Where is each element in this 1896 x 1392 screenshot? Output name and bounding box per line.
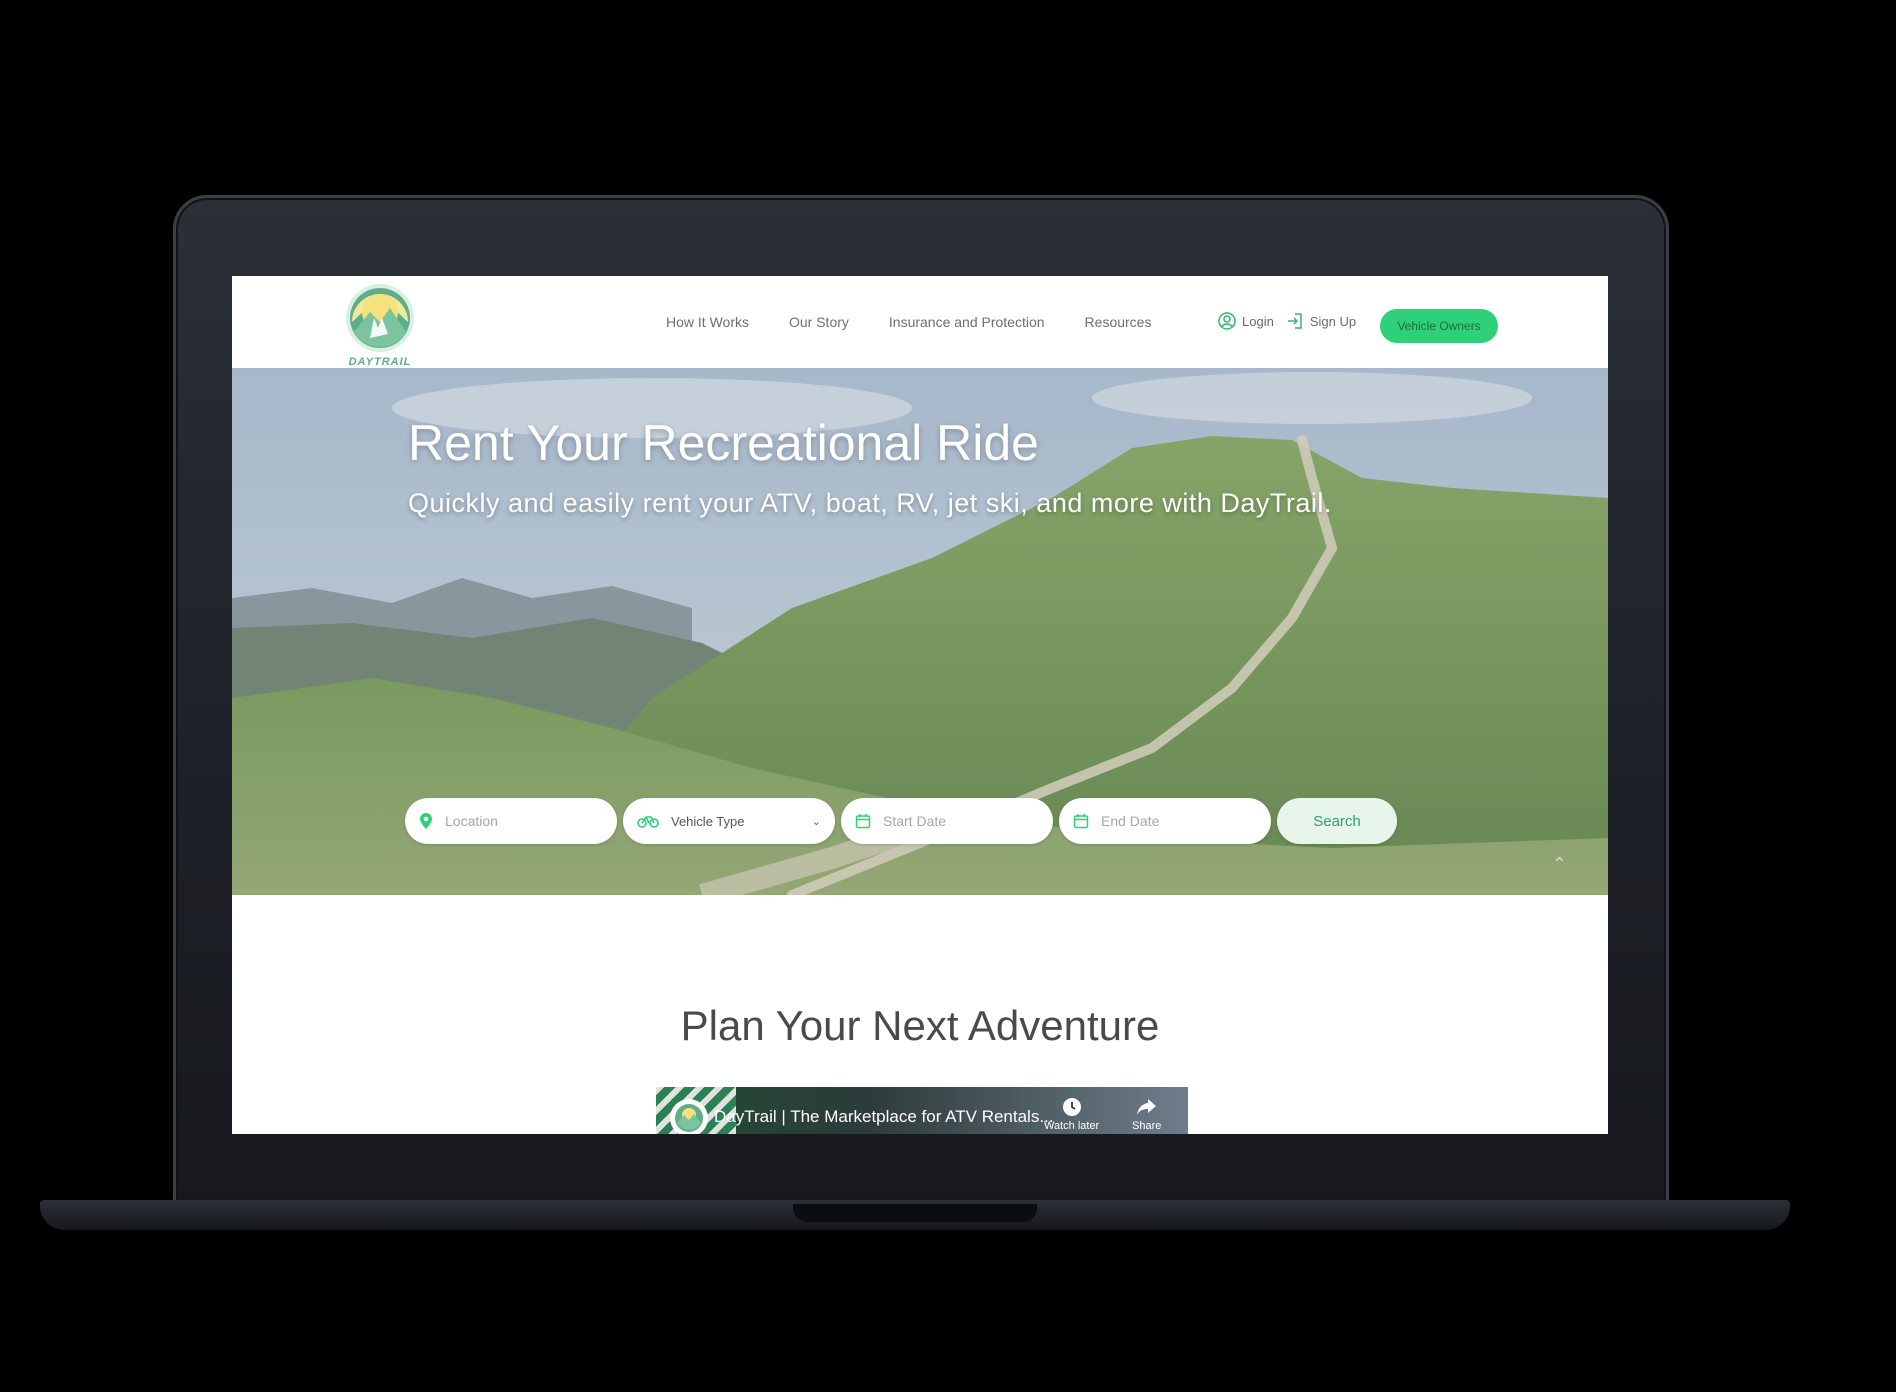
start-date-placeholder: Start Date <box>883 813 947 829</box>
login-link[interactable]: Login <box>1218 312 1274 330</box>
map-pin-icon <box>420 813 432 829</box>
sign-in-icon <box>1287 313 1302 329</box>
motorcycle-icon <box>637 816 659 828</box>
hero-title: Rent Your Recreational Ride <box>408 415 1039 471</box>
laptop-screen: DAYTRAIL How It Works Our Story Insuranc… <box>232 276 1608 1134</box>
share-button[interactable]: Share <box>1132 1097 1161 1132</box>
hero-section: Rent Your Recreational Ride Quickly and … <box>232 368 1608 895</box>
video-title: DayTrail | The Marketplace for ATV Renta… <box>714 1107 1054 1126</box>
signup-label: Sign Up <box>1309 313 1357 329</box>
daytrail-logo-icon <box>675 1104 703 1132</box>
vehicle-type-select[interactable]: Vehicle Type ⌄ <box>623 798 835 844</box>
watch-later-label: Watch later <box>1044 1120 1100 1132</box>
daytrail-logo[interactable]: DAYTRAIL <box>344 282 416 368</box>
clock-icon <box>1062 1098 1081 1116</box>
end-date-placeholder: End Date <box>1101 813 1160 829</box>
channel-avatar[interactable] <box>670 1099 708 1134</box>
share-arrow-icon <box>1136 1099 1156 1115</box>
login-label: Login <box>1242 313 1274 329</box>
daytrail-logo-icon <box>346 284 414 352</box>
vehicle-type-value: Vehicle Type <box>671 813 745 829</box>
watch-later-button[interactable]: Watch later <box>1044 1097 1099 1132</box>
nav-resources[interactable]: Resources <box>1085 314 1152 330</box>
nav-how-it-works[interactable]: How It Works <box>666 314 749 330</box>
user-circle-icon <box>1218 312 1236 330</box>
calendar-icon <box>1073 814 1089 829</box>
share-label: Share <box>1132 1120 1162 1132</box>
signup-link[interactable]: Sign Up <box>1286 312 1356 330</box>
chevron-down-icon: ⌄ <box>811 815 821 828</box>
search-bar: Location Vehicle Type ⌄ Start Date End D… <box>405 798 1397 844</box>
hero-subtitle: Quickly and easily rent your ATV, boat, … <box>408 488 1332 518</box>
end-date-input[interactable]: End Date <box>1059 798 1271 844</box>
start-date-input[interactable]: Start Date <box>841 798 1053 844</box>
calendar-icon <box>855 814 871 829</box>
auth-links: Login Sign Up <box>1218 312 1356 330</box>
vehicle-owners-button[interactable]: Vehicle Owners <box>1380 309 1498 343</box>
section-title: Plan Your Next Adventure <box>680 1002 1160 1049</box>
nav-links: How It Works Our Story Insurance and Pro… <box>666 314 1151 330</box>
search-button[interactable]: Search <box>1277 798 1397 844</box>
location-input[interactable]: Location <box>405 798 617 844</box>
nav-insurance[interactable]: Insurance and Protection <box>889 314 1045 330</box>
chevron-up-icon[interactable]: ⌃ <box>1552 854 1567 875</box>
laptop-notch <box>793 1204 1037 1222</box>
location-placeholder: Location <box>445 813 498 829</box>
video-embed[interactable]: DayTrail | The Marketplace for ATV Renta… <box>656 1087 1188 1134</box>
navbar: DAYTRAIL How It Works Our Story Insuranc… <box>232 276 1608 368</box>
logo-wordmark: DAYTRAIL <box>348 356 412 368</box>
nav-our-story[interactable]: Our Story <box>789 314 849 330</box>
